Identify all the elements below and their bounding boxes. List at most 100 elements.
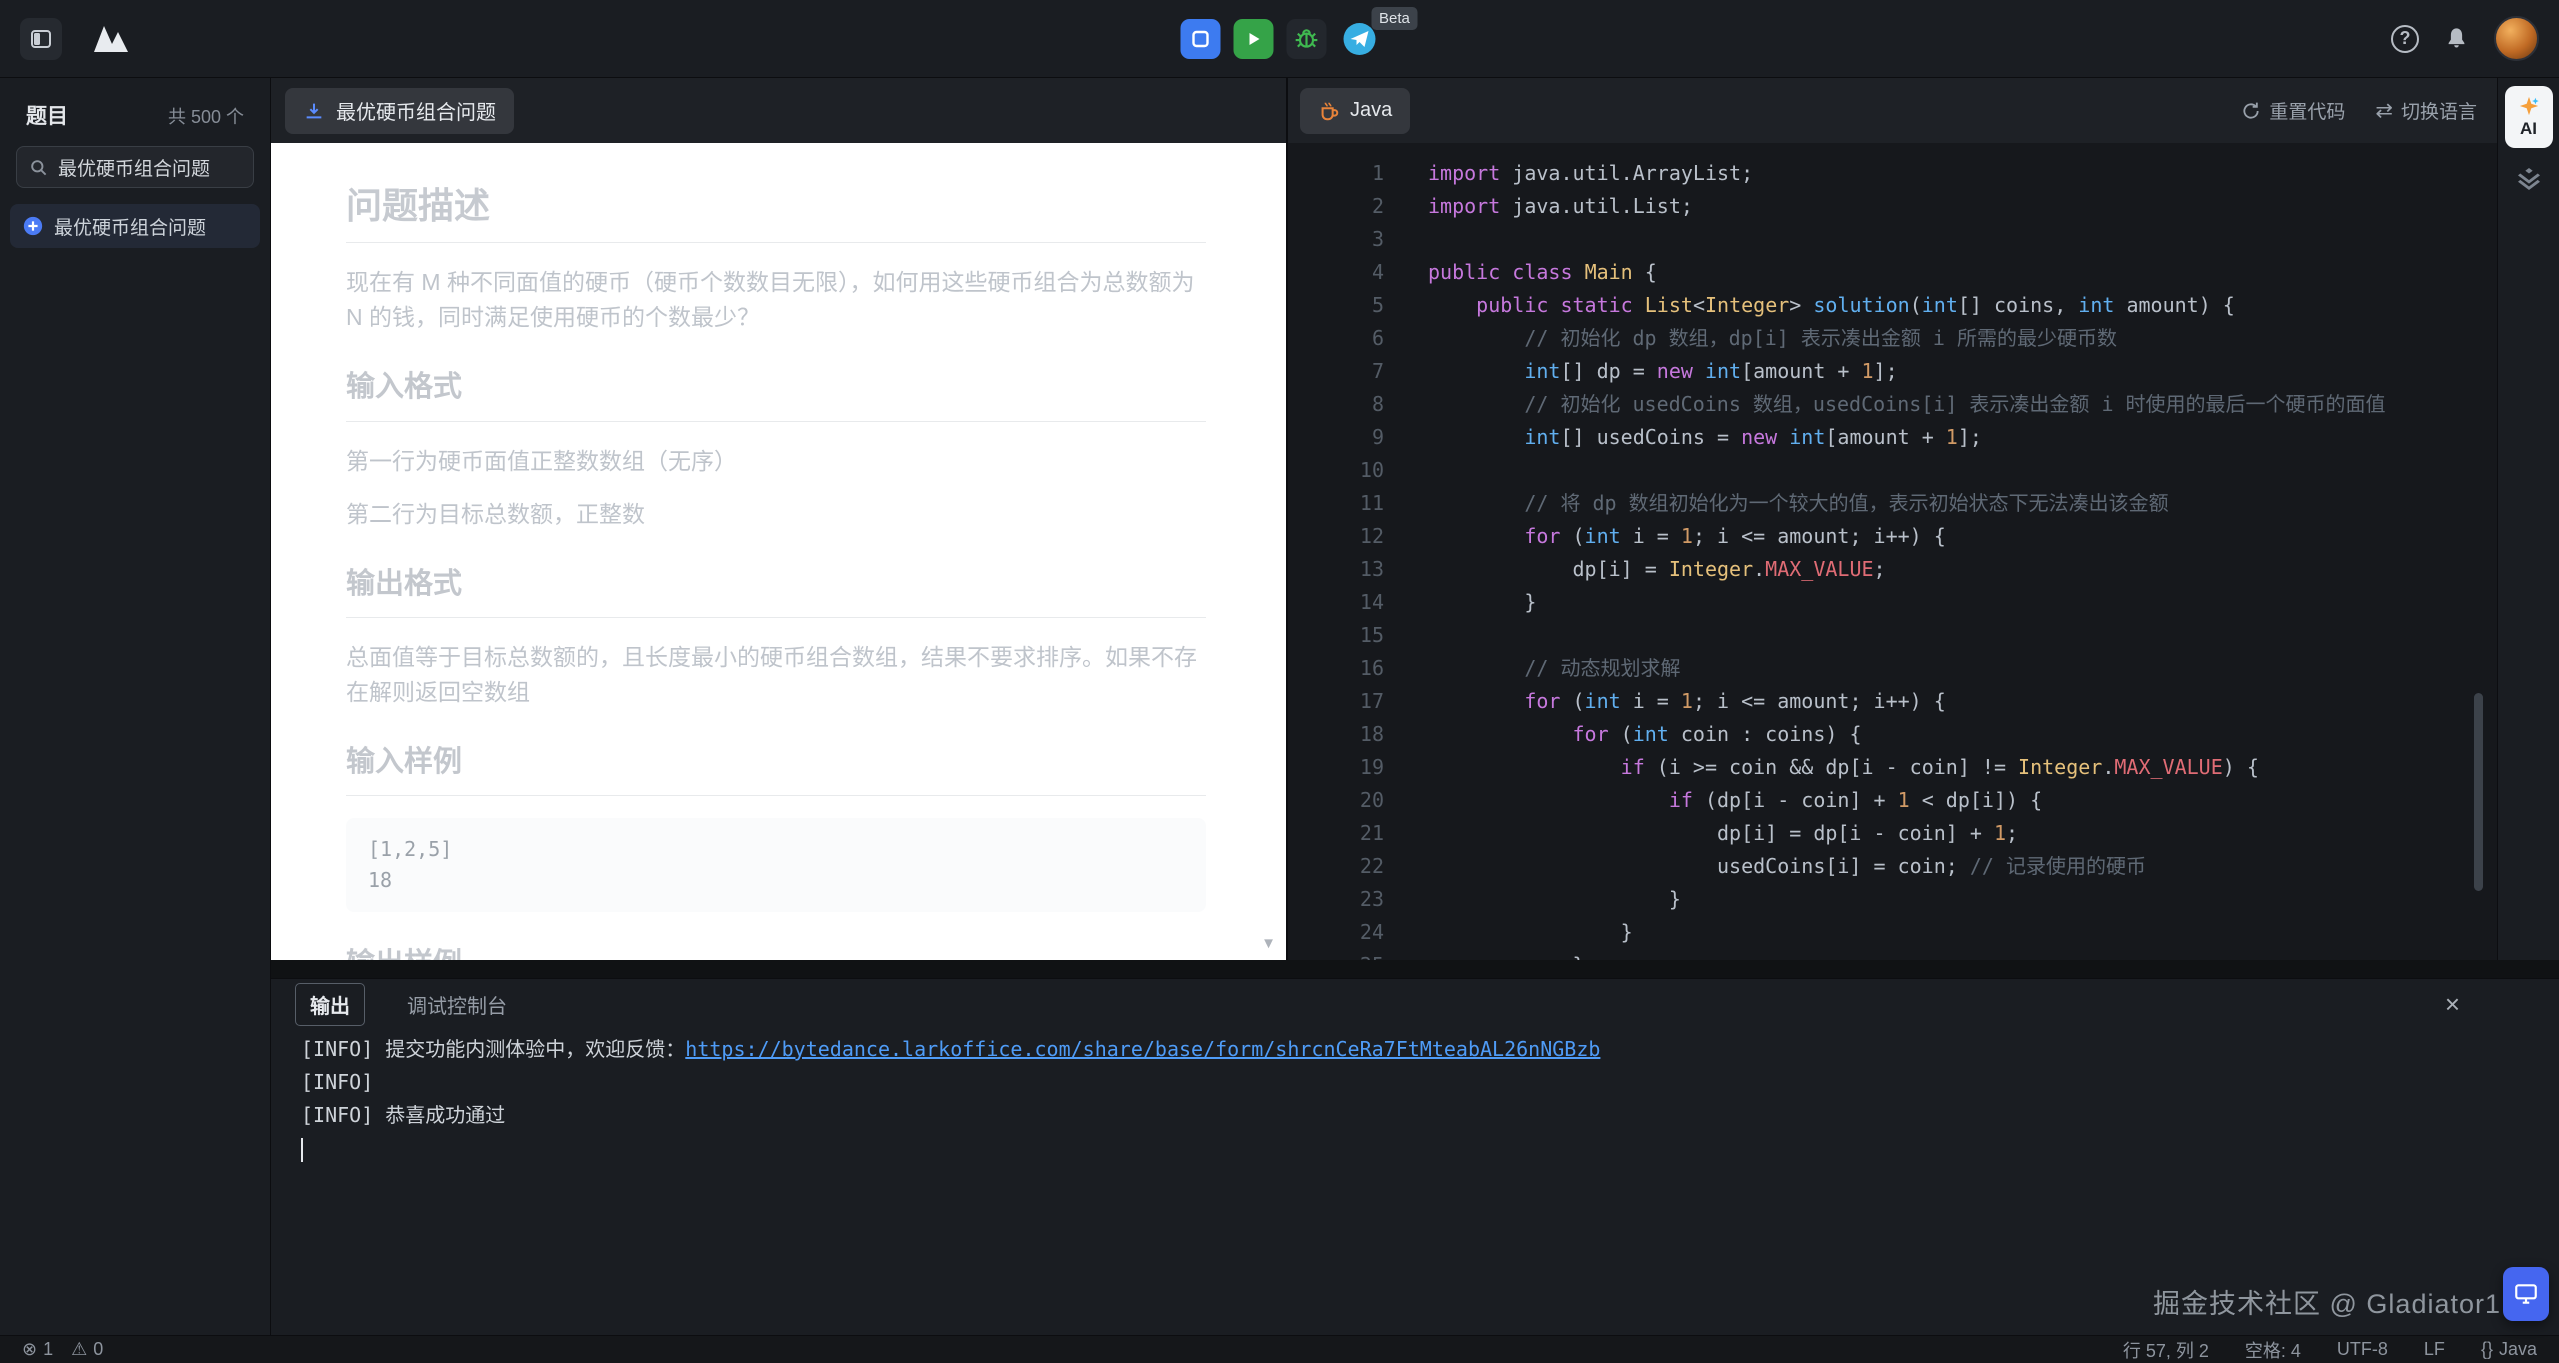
section-divider — [346, 617, 1206, 618]
switch-language-button[interactable]: ⇄ 切换语言 — [2375, 97, 2477, 124]
encoding-setting[interactable]: UTF-8 — [2337, 1339, 2388, 1360]
reset-code-button[interactable]: 重置代码 — [2241, 97, 2345, 124]
square-icon — [1191, 30, 1209, 48]
scroll-down-indicator[interactable]: ▼ — [1261, 935, 1276, 952]
code-line[interactable]: 3 — [1288, 223, 2497, 256]
avatar[interactable] — [2494, 16, 2539, 61]
panels-row: 最优硬币组合问题 问题描述现在有 M 种不同面值的硬币（硬币个数数目无限），如何… — [271, 78, 2559, 960]
problem-count: 共 500 个 — [168, 103, 244, 129]
help-button[interactable]: ? — [2391, 25, 2419, 53]
code-line[interactable]: 1import java.util.ArrayList; — [1288, 157, 2497, 190]
code-line[interactable]: 2import java.util.List; — [1288, 190, 2497, 223]
notifications-button[interactable] — [2443, 25, 2470, 52]
code-line[interactable]: 11 // 将 dp 数组初始化为一个较大的值，表示初始状态下无法凑出该金额 — [1288, 487, 2497, 520]
code-line[interactable]: 10 — [1288, 454, 2497, 487]
problem-panel: 最优硬币组合问题 问题描述现在有 M 种不同面值的硬币（硬币个数数目无限），如何… — [271, 78, 1288, 960]
line-number: 21 — [1288, 817, 1384, 850]
error-count[interactable]: ⊗ 1 — [22, 1339, 53, 1360]
line-number: 24 — [1288, 916, 1384, 949]
floating-monitor-button[interactable] — [2503, 1267, 2549, 1321]
sparkle-icon — [2518, 95, 2540, 117]
download-tray-icon — [303, 100, 325, 122]
topbar: Beta ? — [0, 0, 2559, 78]
console-link[interactable]: https://bytedance.larkoffice.com/share/b… — [685, 1037, 1600, 1061]
code-line[interactable]: 22 usedCoins[i] = coin; // 记录使用的硬币 — [1288, 850, 2497, 883]
code-line[interactable]: 15 — [1288, 619, 2497, 652]
warning-icon: ⚠ — [71, 1339, 87, 1360]
switch-language-label: 切换语言 — [2401, 97, 2477, 124]
code-line[interactable]: 14 } — [1288, 586, 2497, 619]
section-heading: 输出样例 — [346, 948, 1206, 960]
app-logo — [88, 20, 134, 58]
sidebar-toggle-button[interactable] — [20, 18, 62, 60]
run-button[interactable] — [1233, 19, 1273, 59]
sidebar-item-problem[interactable]: 最优硬币组合问题 — [10, 204, 260, 248]
code-line[interactable]: 19 if (i >= coin && dp[i - coin] != Inte… — [1288, 751, 2497, 784]
error-count-value: 1 — [43, 1339, 53, 1360]
line-number: 15 — [1288, 619, 1384, 652]
section-divider — [346, 795, 1206, 796]
search-input[interactable]: 最优硬币组合问题 — [16, 146, 254, 188]
line-number: 16 — [1288, 652, 1384, 685]
line-number: 11 — [1288, 487, 1384, 520]
paragraph: 第一行为硬币面值正整数数组（无序） — [346, 444, 1206, 479]
warning-count[interactable]: ⚠ 0 — [71, 1339, 103, 1360]
ai-assistant-button[interactable]: AI — [2505, 86, 2553, 148]
warning-count-value: 0 — [93, 1339, 103, 1360]
square-button[interactable] — [1180, 19, 1220, 59]
code-line[interactable]: 4public class Main { — [1288, 256, 2497, 289]
code-line[interactable]: 7 int[] dp = new int[amount + 1]; — [1288, 355, 2497, 388]
java-coffee-icon — [1318, 100, 1340, 122]
code-line[interactable]: 6 // 初始化 dp 数组，dp[i] 表示凑出金额 i 所需的最少硬币数 — [1288, 322, 2497, 355]
line-number: 12 — [1288, 520, 1384, 553]
beta-badge: Beta — [1371, 7, 1418, 31]
code-line[interactable]: 20 if (dp[i - coin] + 1 < dp[i]) { — [1288, 784, 2497, 817]
console-output: [INFO] 提交功能内测体验中，欢迎反馈：https://bytedance.… — [271, 1029, 2559, 1165]
line-number: 17 — [1288, 685, 1384, 718]
code-line[interactable]: 16 // 动态规划求解 — [1288, 652, 2497, 685]
run-toolbar: Beta — [1180, 19, 1379, 59]
code-line[interactable]: 5 public static List<Integer> solution(i… — [1288, 289, 2497, 322]
code-line[interactable]: 25 } — [1288, 949, 2497, 960]
code-line[interactable]: 12 for (int i = 1; i <= amount; i++) { — [1288, 520, 2497, 553]
eol-setting[interactable]: LF — [2424, 1339, 2445, 1360]
help-icon: ? — [2391, 25, 2419, 53]
tab-debug-console[interactable]: 调试控制台 — [393, 984, 521, 1025]
line-number: 3 — [1288, 223, 1384, 256]
console-panel: 输出 调试控制台 × [INFO] 提交功能内测体验中，欢迎反馈：https:/… — [271, 978, 2559, 1335]
code-editor[interactable]: 1import java.util.ArrayList;2import java… — [1288, 143, 2497, 960]
problems-status: ⊗ 1 ⚠ 0 — [22, 1339, 103, 1360]
indentation-setting[interactable]: 空格: 4 — [2245, 1337, 2301, 1363]
code-line[interactable]: 8 // 初始化 usedCoins 数组，usedCoins[i] 表示凑出金… — [1288, 388, 2497, 421]
cursor-position[interactable]: 行 57, 列 2 — [2123, 1337, 2209, 1363]
code-line[interactable]: 13 dp[i] = Integer.MAX_VALUE; — [1288, 553, 2497, 586]
terminal-cursor — [301, 1138, 303, 1162]
problem-tab[interactable]: 最优硬币组合问题 — [285, 88, 514, 134]
watermark: 掘金技术社区 @ Gladiator1 — [2153, 1282, 2501, 1321]
debug-button[interactable] — [1286, 19, 1326, 59]
editor-scrollbar[interactable] — [2474, 693, 2483, 891]
problem-sidebar: 题目 共 500 个 最优硬币组合问题 最优硬币组合问题 — [0, 78, 271, 1335]
code-line[interactable]: 18 for (int coin : coins) { — [1288, 718, 2497, 751]
status-bar: ⊗ 1 ⚠ 0 行 57, 列 2 空格: 4 UTF-8 LF {} Java — [0, 1335, 2559, 1363]
close-console-button[interactable]: × — [2445, 991, 2460, 1017]
section-heading: 输入格式 — [346, 371, 1206, 404]
line-number: 23 — [1288, 883, 1384, 916]
sidebar-header: 题目 共 500 个 — [0, 100, 270, 146]
code-line[interactable]: 23 } — [1288, 883, 2497, 916]
code-line[interactable]: 17 for (int i = 1; i <= amount; i++) { — [1288, 685, 2497, 718]
language-tab[interactable]: Java — [1300, 88, 1410, 134]
code-line[interactable]: 21 dp[i] = dp[i - coin] + 1; — [1288, 817, 2497, 850]
play-icon — [1244, 30, 1262, 48]
code-line[interactable]: 9 int[] usedCoins = new int[amount + 1]; — [1288, 421, 2497, 454]
line-number: 25 — [1288, 949, 1384, 960]
reset-code-label: 重置代码 — [2269, 97, 2345, 124]
braces-icon: {} — [2481, 1339, 2493, 1360]
language-mode[interactable]: {} Java — [2481, 1339, 2537, 1360]
problem-panel-header: 最优硬币组合问题 — [271, 78, 1286, 143]
juejin-button[interactable] — [2516, 168, 2542, 190]
line-number: 14 — [1288, 586, 1384, 619]
tab-output[interactable]: 输出 — [295, 983, 365, 1026]
code-line[interactable]: 24 } — [1288, 916, 2497, 949]
line-number: 9 — [1288, 421, 1384, 454]
